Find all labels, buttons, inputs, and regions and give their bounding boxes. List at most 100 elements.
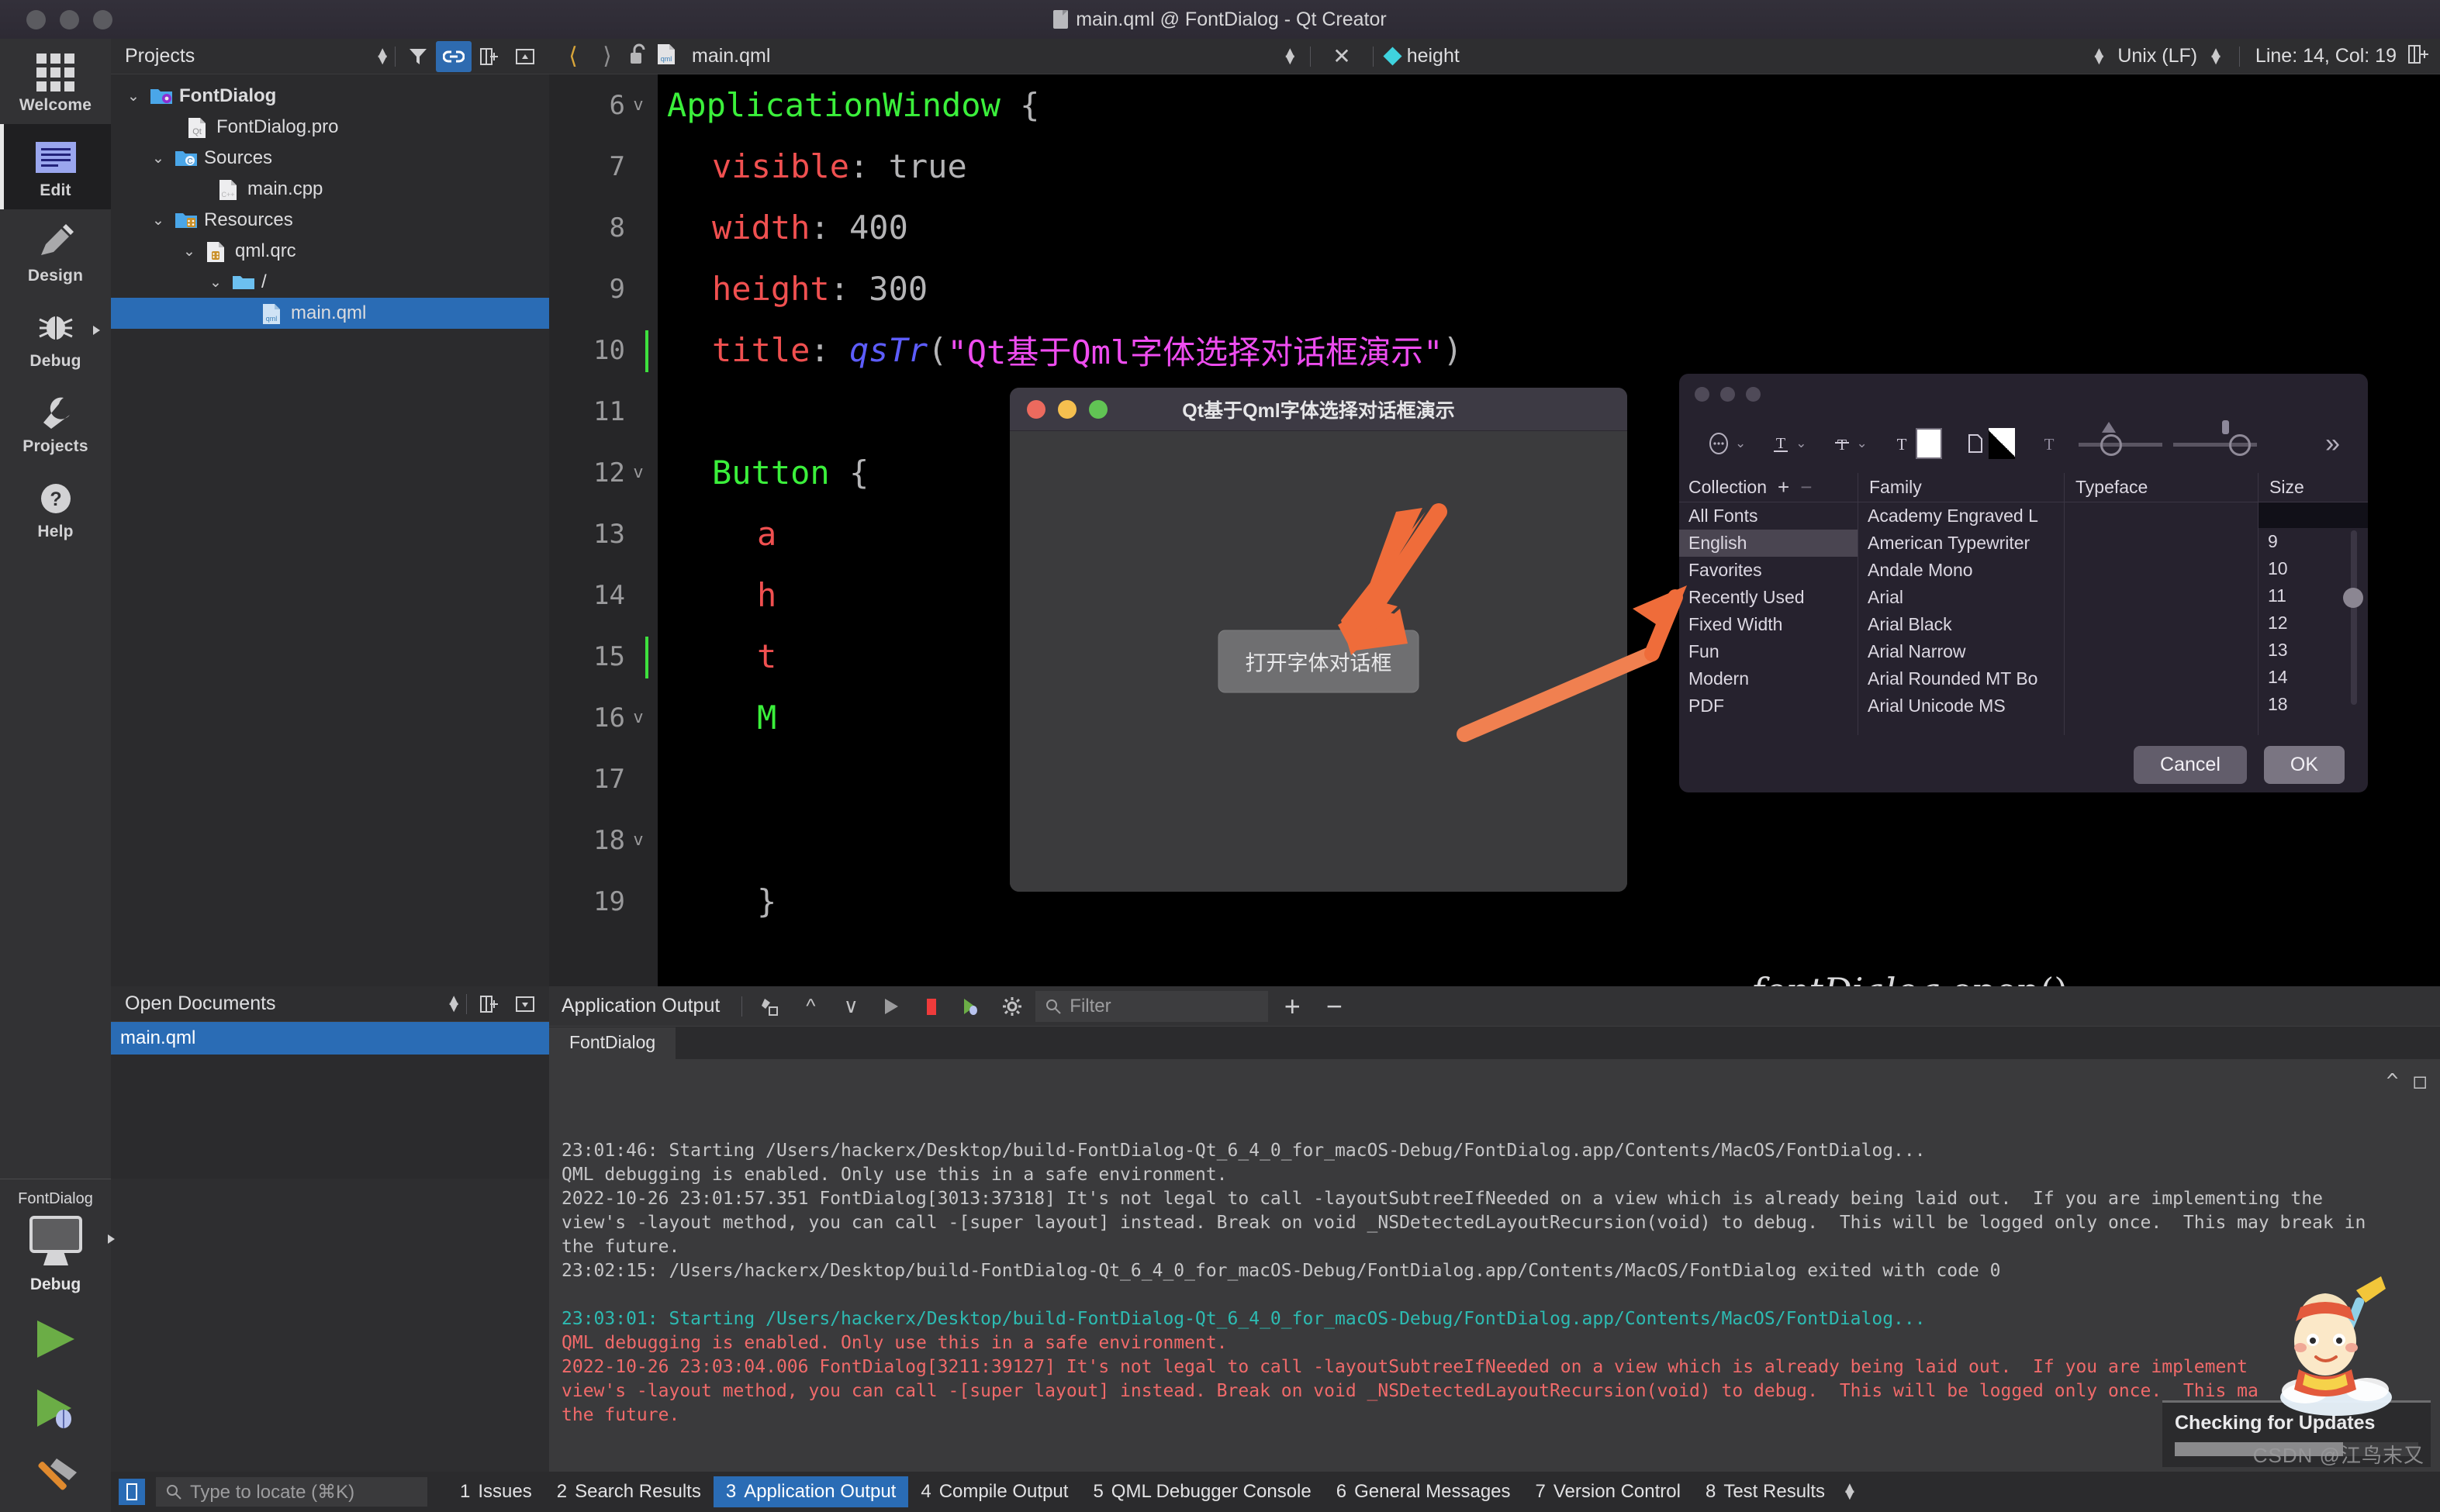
slider-knob[interactable]	[2100, 434, 2122, 456]
window-traffic-lights[interactable]	[26, 9, 112, 29]
sidebar-item-edit[interactable]: Edit	[0, 124, 111, 209]
status-tab-general-messages[interactable]: 6 General Messages	[1324, 1476, 1523, 1507]
status-tab-qml-debugger-console[interactable]: 5 QML Debugger Console	[1080, 1476, 1323, 1507]
text-underline-icon[interactable]: T ⌄	[1758, 432, 1819, 455]
sidebar-item-debug[interactable]: Debug	[0, 295, 111, 380]
plus-icon[interactable]: +	[1778, 475, 1789, 499]
sidebar-item-design[interactable]: Design	[0, 209, 111, 295]
link-with-editor-icon[interactable]	[436, 40, 472, 72]
split-panel-icon[interactable]	[472, 989, 507, 1020]
family-item[interactable]: Arial Narrow	[1858, 638, 2064, 665]
font-panel-traffic-lights[interactable]	[1695, 386, 1761, 402]
font-panel-maximize-button[interactable]	[1746, 386, 1761, 402]
fold-chevron-icon[interactable]: v	[625, 463, 651, 482]
close-x-icon[interactable]: ✕	[1323, 43, 1360, 69]
split-editor-icon[interactable]	[2407, 44, 2429, 68]
start-debugging-button[interactable]	[31, 1386, 81, 1434]
tree-item[interactable]: Qt FontDialog.pro	[111, 112, 549, 143]
status-tab-compile-output[interactable]: 4 Compile Output	[908, 1476, 1080, 1507]
sidebar-item-help[interactable]: ? Help	[0, 465, 111, 551]
chevron-left-icon[interactable]: ⟨	[560, 43, 586, 70]
attach-debugger-icon[interactable]	[955, 991, 989, 1022]
ok-button[interactable]: OK	[2263, 746, 2345, 784]
collection-item[interactable]: Fixed Width	[1679, 611, 1858, 638]
cancel-button[interactable]: Cancel	[2134, 746, 2247, 784]
filter-icon[interactable]	[400, 41, 436, 72]
code-line[interactable]: title: qsTr("Qt基于Qml字体选择对话框演示")	[658, 319, 2440, 381]
line-ending-spinner[interactable]: ▲ ▼	[2092, 45, 2107, 67]
add-icon[interactable]: +	[1274, 990, 1310, 1023]
tree-item[interactable]: ⌄ C Sources	[111, 143, 549, 174]
close-panel-icon[interactable]	[507, 989, 543, 1020]
status-tab-test-results[interactable]: 8 Test Results	[1693, 1476, 1837, 1507]
shadow-offset-slider[interactable]	[2172, 420, 2257, 457]
size-scroll-thumb[interactable]	[2343, 588, 2363, 608]
sidebar-toggle-icon[interactable]	[119, 1479, 145, 1505]
family-list[interactable]: Academy Engraved L American Typewriter And…	[1858, 502, 2064, 735]
open-document-item[interactable]: main.qml	[111, 1022, 549, 1055]
size-input-field[interactable]	[2259, 502, 2368, 528]
actions-menu-icon[interactable]: ⌄	[1695, 432, 1758, 455]
typeface-list[interactable]	[2064, 502, 2258, 735]
open-font-dialog-button[interactable]: 打开字体对话框	[1218, 630, 1419, 693]
fold-chevron-icon[interactable]: v	[625, 95, 651, 115]
remove-icon[interactable]: −	[1316, 990, 1352, 1023]
chevron-right-icon[interactable]: ⟩	[594, 43, 620, 70]
family-item[interactable]: Arial Unicode MS	[1858, 692, 2064, 720]
size-list[interactable]: 9 10 11 12 13 14 18	[2258, 502, 2368, 735]
shadow-blur-slider[interactable]	[2078, 422, 2162, 457]
minimize-window-button[interactable]	[60, 9, 79, 29]
collection-item[interactable]: English	[1679, 530, 1858, 557]
run-button[interactable]	[31, 1317, 81, 1365]
settings-gear-icon[interactable]	[995, 991, 1029, 1022]
text-color-icon[interactable]: T	[1880, 428, 1954, 459]
slider-knob[interactable]	[2228, 434, 2251, 456]
filter-input[interactable]: Filter	[1035, 990, 1269, 1022]
code-line[interactable]: height: 300	[658, 258, 2440, 319]
family-item[interactable]: Arial Black	[1858, 611, 2064, 638]
project-tree[interactable]: ⌄ FontDialog Qt FontDialog.pro ⌄ C Sourc…	[111, 74, 549, 329]
collapse-up-icon[interactable]: ^	[2386, 1070, 2399, 1094]
tree-item[interactable]: ⌄ FontDialog	[111, 81, 549, 112]
document-selector-spinner[interactable]: ▲ ▼	[1282, 45, 1298, 67]
code-line[interactable]: ApplicationWindow {	[658, 74, 2440, 136]
chevron-down-icon[interactable]: ⌄	[206, 274, 226, 292]
text-strikethrough-icon[interactable]: T ⌄	[1820, 432, 1880, 455]
collection-item[interactable]: Favorites	[1679, 557, 1858, 584]
output-tab-fontdialog[interactable]: FontDialog	[549, 1027, 676, 1059]
chevron-right-icon[interactable]	[93, 326, 100, 335]
close-window-button[interactable]	[26, 9, 46, 29]
font-panel-minimize-button[interactable]	[1720, 386, 1735, 402]
next-item-icon[interactable]: ∨	[834, 991, 868, 1022]
chevron-down-icon[interactable]: ⌄	[179, 243, 199, 261]
chevron-right-icon[interactable]	[107, 1234, 115, 1244]
code-line[interactable]: visible: true	[658, 136, 2440, 197]
family-item[interactable]: Academy Engraved L	[1858, 502, 2064, 530]
status-tab-version-control[interactable]: 7 Version Control	[1523, 1476, 1693, 1507]
collection-item[interactable]: All Fonts	[1679, 502, 1858, 530]
tree-item[interactable]: ⌄ qml.qrc	[111, 236, 549, 267]
code-line[interactable]: width: 400	[658, 197, 2440, 258]
chevron-down-icon[interactable]: ⌄	[148, 212, 168, 230]
family-item[interactable]: Arial Rounded MT Bo	[1858, 665, 2064, 692]
maximize-window-button[interactable]	[93, 9, 112, 29]
fold-chevron-icon[interactable]: v	[625, 830, 651, 850]
clear-output-icon[interactable]	[753, 991, 787, 1022]
collection-item[interactable]: Modern	[1679, 665, 1858, 692]
qt-application-window[interactable]: Qt基于Qml字体选择对话框演示 打开字体对话框	[1010, 388, 1627, 892]
size-scrollbar[interactable]	[2351, 530, 2357, 705]
collection-item[interactable]: Recently Used	[1679, 584, 1858, 611]
text-shadow-icon[interactable]: T	[2027, 432, 2071, 455]
font-panel-close-button[interactable]	[1695, 386, 1709, 402]
text-color-swatch[interactable]	[1915, 428, 1942, 459]
output-log[interactable]: ^ □ 23:01:46: Starting /Users/hackerx/De…	[549, 1059, 2440, 1472]
symbol-selector[interactable]: height	[1383, 45, 1460, 67]
tree-item-main-qml[interactable]: qml main.qml	[111, 298, 549, 329]
run-icon[interactable]	[874, 991, 908, 1022]
collection-item[interactable]: Fun	[1679, 638, 1858, 665]
locate-input[interactable]: Type to locate (⌘K)	[156, 1477, 427, 1507]
sidebar-item-projects[interactable]: Projects	[0, 380, 111, 465]
chevron-down-icon[interactable]: ⌄	[148, 150, 168, 167]
split-panel-icon[interactable]	[472, 41, 507, 72]
output-pane-spinner[interactable]: ▲ ▼	[1842, 1480, 1858, 1503]
